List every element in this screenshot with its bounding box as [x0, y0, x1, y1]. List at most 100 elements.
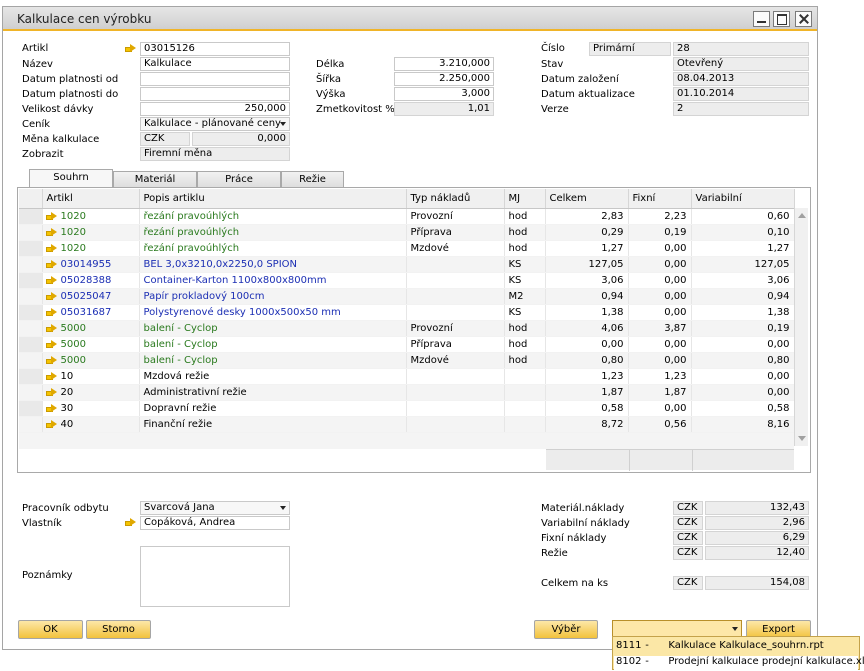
- celkem-cell: 0,58: [545, 400, 629, 417]
- column-header[interactable]: Artikl: [42, 189, 140, 209]
- column-header[interactable]: Fixní: [628, 189, 692, 209]
- stav-field: Otevřený: [673, 57, 809, 71]
- scroll-down-icon[interactable]: [798, 436, 806, 441]
- rezie-label: Režie: [541, 548, 568, 559]
- link-arrow-icon[interactable]: [45, 371, 58, 381]
- link-arrow-icon[interactable]: [45, 259, 58, 269]
- poznamky-textarea[interactable]: [140, 546, 290, 607]
- table-row[interactable]: 5000 balení - Cyclop Provozní hod 4,06 3,87 0,…: [19, 320, 795, 337]
- fixni-cell: 3,87: [628, 320, 692, 337]
- pracovnik-dropdown[interactable]: Švarcová Jana: [140, 501, 290, 515]
- tab-souhrn[interactable]: Souhrn: [29, 169, 113, 189]
- column-header[interactable]: Celkem: [545, 189, 629, 209]
- variabilni-cell: 0,00: [691, 336, 795, 353]
- link-arrow-icon[interactable]: [45, 211, 58, 221]
- typ-cell: [406, 288, 505, 305]
- table-row[interactable]: 40 Finanční režie 8,72 0,56 8,16: [19, 416, 795, 433]
- column-header[interactable]: Variabilní: [691, 189, 795, 209]
- link-arrow-icon[interactable]: [45, 307, 58, 317]
- tab-prace[interactable]: Práce: [197, 171, 281, 188]
- link-arrow-icon[interactable]: [45, 227, 58, 237]
- close-icon[interactable]: [795, 11, 812, 27]
- delka-field[interactable]: 3.210,000: [394, 57, 494, 71]
- table-row[interactable]: 30 Dopravní režie 0,58 0,00 0,58: [19, 400, 795, 417]
- link-arrow-icon[interactable]: [45, 419, 58, 429]
- variabilni-cell: 0,00: [691, 384, 795, 401]
- title-bar[interactable]: Kalkulace cen výrobku: [3, 7, 817, 31]
- platnost-do-field[interactable]: [140, 87, 290, 101]
- typ-cell: Mzdové: [406, 352, 505, 369]
- report-option[interactable]: 8102 - Prodejní kalkulace prodejní kalku…: [614, 656, 864, 670]
- zalozeni-field: 08.04.2013: [673, 72, 809, 86]
- artikl-cell: 30: [42, 400, 140, 417]
- tab-material[interactable]: Materiál: [113, 171, 197, 188]
- ok-button[interactable]: OK: [18, 620, 83, 639]
- nazev-field[interactable]: Kalkulace: [140, 57, 290, 71]
- sirka-field[interactable]: 2.250,000: [394, 72, 494, 86]
- table-row[interactable]: 5000 balení - Cyclop Příprava hod 0,00 0,00 0,…: [19, 336, 795, 353]
- link-arrow-icon[interactable]: [45, 403, 58, 413]
- popis-cell: Polystyrenové desky 1000x500x50 mm: [139, 304, 407, 321]
- tab-rezie[interactable]: Režie: [281, 171, 344, 188]
- column-header[interactable]: MJ: [504, 189, 546, 209]
- mj-cell: hod: [504, 336, 546, 353]
- variabilni-value: 2,96: [705, 516, 809, 530]
- report-dropdown-list: 8111 - Kalkulace Kalkulace_souhrn.rpt 81…: [612, 636, 864, 670]
- report-dropdown[interactable]: [612, 620, 742, 637]
- table-row[interactable]: 03014955 BEL 3,0x3210,0x2250,0 SPION KS 127…: [19, 256, 795, 273]
- typ-cell: Příprava: [406, 336, 505, 353]
- vertical-scrollbar[interactable]: [794, 208, 808, 446]
- link-arrow-icon[interactable]: [45, 243, 58, 253]
- window-title: Kalkulace cen výrobku: [17, 12, 152, 26]
- artikl-cell: 5000: [42, 320, 140, 337]
- fixni-cell: 0,00: [628, 400, 692, 417]
- row-selector: [19, 320, 43, 337]
- maximize-icon[interactable]: [773, 11, 790, 27]
- table-row[interactable]: 5000 balení - Cyclop Mzdové hod 0,80 0,00 0,80: [19, 352, 795, 369]
- table-row[interactable]: 05031687 Polystyrenové desky 1000x500x50 …: [19, 304, 795, 321]
- minimize-icon[interactable]: [753, 11, 770, 27]
- platnost-od-field[interactable]: [140, 72, 290, 86]
- platnost-od-label: Datum platnosti od: [22, 74, 119, 85]
- table-row[interactable]: 10 Mzdová režie 1,23 1,23 0,00: [19, 368, 795, 385]
- zobrazit-field[interactable]: Firemní měna: [140, 147, 290, 161]
- table-row[interactable]: 1020 řezání pravoúhlých Provozní hod 2,83 2,2…: [19, 208, 795, 225]
- zalozeni-label: Datum založení: [541, 74, 619, 85]
- link-arrow-icon[interactable]: [45, 355, 58, 365]
- link-arrow-icon[interactable]: [45, 275, 58, 285]
- link-arrow-icon[interactable]: [125, 44, 137, 53]
- table-row[interactable]: 05028388 Container-Karton 1100x800x800mm K…: [19, 272, 795, 289]
- storno-button[interactable]: Storno: [86, 620, 151, 639]
- mena-currency: CZK: [140, 132, 190, 146]
- variabilni-cell: 0,00: [691, 368, 795, 385]
- link-arrow-icon[interactable]: [125, 518, 137, 527]
- vlastnik-field[interactable]: Copáková, Andrea: [140, 516, 290, 530]
- verze-field: 2: [673, 102, 809, 116]
- vyska-field[interactable]: 3,000: [394, 87, 494, 101]
- table-row[interactable]: 05025047 Papír prokladový 100cm M2 0,94 0,00…: [19, 288, 795, 305]
- scroll-up-icon[interactable]: [798, 213, 806, 218]
- cenik-dropdown[interactable]: Kalkulace - plánované ceny: [140, 117, 290, 131]
- link-arrow-icon[interactable]: [45, 291, 58, 301]
- table-row[interactable]: 20 Administrativní režie 1,87 1,87 0,00: [19, 384, 795, 401]
- row-selector: [19, 368, 43, 385]
- link-arrow-icon[interactable]: [45, 339, 58, 349]
- link-arrow-icon[interactable]: [45, 323, 58, 333]
- nazev-label: Název: [22, 59, 53, 70]
- series-field[interactable]: Primární: [589, 42, 671, 56]
- column-header[interactable]: Typ nákladů: [406, 189, 505, 209]
- popis-cell: řezání pravoúhlých: [139, 208, 407, 225]
- row-selector: [19, 240, 43, 257]
- celkem-cell: 1,87: [545, 384, 629, 401]
- report-option[interactable]: 8111 - Kalkulace Kalkulace_souhrn.rpt: [616, 640, 824, 651]
- cenik-value: Kalkulace - plánované ceny: [144, 118, 281, 129]
- table-row[interactable]: 1020 řezání pravoúhlých Mzdové hod 1,27 0,00 1…: [19, 240, 795, 257]
- link-arrow-icon[interactable]: [45, 387, 58, 397]
- velikost-davky-field[interactable]: 250,000: [140, 102, 290, 116]
- table-row[interactable]: 1020 řezání pravoúhlých Příprava hod 0,29 0,1…: [19, 224, 795, 241]
- zmetkovitost-label: Zmetkovitost %: [316, 104, 395, 115]
- vyber-button[interactable]: Výběr: [534, 620, 598, 639]
- artikl-field[interactable]: 03015126: [140, 42, 290, 56]
- column-header[interactable]: Popis artiklu: [139, 189, 407, 209]
- mj-cell: hod: [504, 352, 546, 369]
